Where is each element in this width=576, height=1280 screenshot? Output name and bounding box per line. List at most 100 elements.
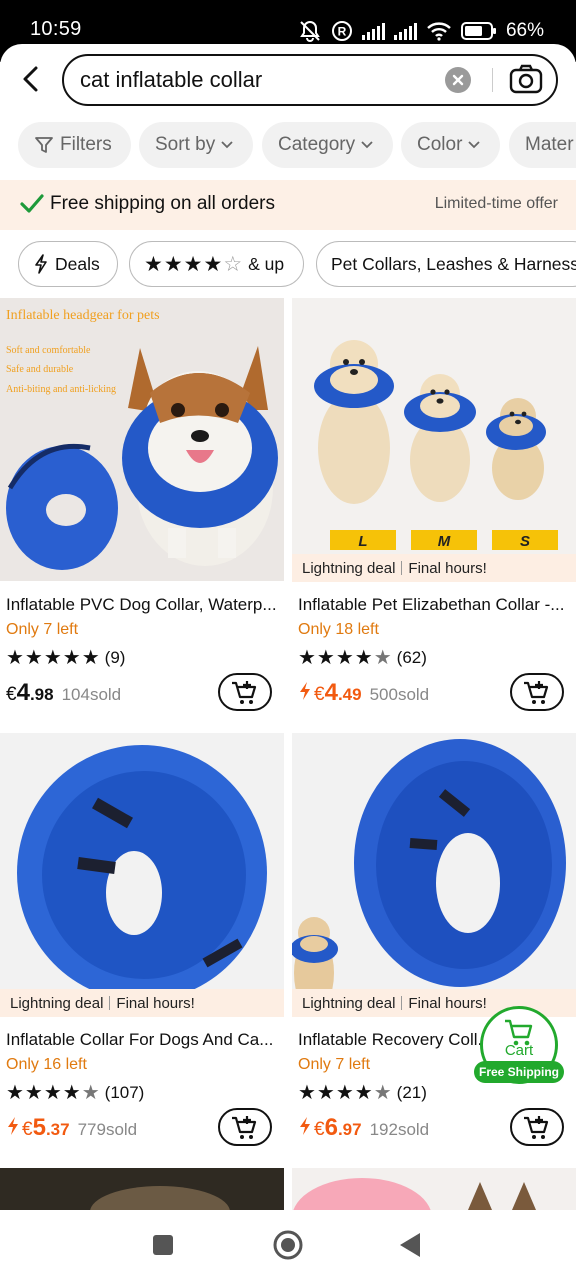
size-label-m: M bbox=[438, 533, 451, 550]
filters-chip[interactable]: Filters bbox=[18, 122, 131, 168]
size-label-l: L bbox=[358, 533, 367, 550]
final-hours-label: Final hours! bbox=[116, 994, 195, 1012]
deals-pill[interactable]: Deals bbox=[18, 241, 118, 287]
funnel-icon bbox=[35, 137, 53, 153]
lightning-deal-label: Lightning deal bbox=[10, 994, 104, 1012]
product-card[interactable]: Lightning deal Final hours! Inflatable R… bbox=[292, 733, 576, 1153]
add-to-cart-button[interactable] bbox=[218, 1108, 272, 1146]
material-label: Mater bbox=[525, 134, 574, 155]
rating-row: ★★★★★ (107) bbox=[6, 1080, 144, 1105]
price-currency: € bbox=[22, 1119, 33, 1140]
product-card[interactable]: Inflatable headgear for pets Soft and co… bbox=[0, 298, 284, 718]
star-rating-icon: ★★★★★ bbox=[6, 647, 101, 669]
final-hours-label: Final hours! bbox=[408, 994, 487, 1012]
review-count: (9) bbox=[104, 647, 126, 667]
image-headline: Inflatable headgear for pets bbox=[6, 308, 160, 323]
lightning-icon bbox=[35, 254, 47, 274]
chevron-down-icon bbox=[221, 141, 233, 149]
checkmark-icon bbox=[20, 194, 44, 213]
product-image-graphic: Inflatable headgear for pets Soft and co… bbox=[0, 298, 284, 581]
sold-count: 779sold bbox=[77, 1120, 138, 1139]
sort-by-chip[interactable]: Sort by bbox=[139, 122, 253, 168]
add-to-cart-button[interactable] bbox=[510, 673, 564, 711]
camera-search-icon[interactable] bbox=[508, 64, 544, 96]
rating-stars-icon: ★★★★☆ bbox=[144, 252, 244, 276]
price: € 4 .98 104sold bbox=[6, 679, 121, 707]
deal-separator bbox=[109, 996, 111, 1010]
product-image[interactable] bbox=[292, 733, 576, 1016]
price-decimal: .37 bbox=[45, 1120, 70, 1139]
product-image[interactable]: Inflatable headgear for pets Soft and co… bbox=[0, 298, 284, 581]
back-icon[interactable] bbox=[398, 1232, 422, 1258]
back-arrow-icon[interactable] bbox=[18, 64, 46, 94]
product-image[interactable] bbox=[292, 1168, 576, 1210]
svg-text:R: R bbox=[338, 25, 347, 39]
category-chip[interactable]: Category bbox=[262, 122, 393, 168]
home-icon[interactable] bbox=[272, 1229, 304, 1261]
price-currency: € bbox=[314, 684, 325, 705]
filters-label: Filters bbox=[60, 134, 112, 155]
chevron-down-icon bbox=[468, 141, 481, 149]
search-header bbox=[0, 44, 576, 116]
image-line2: Safe and durable bbox=[6, 364, 74, 375]
review-count: (21) bbox=[396, 1082, 427, 1102]
add-to-cart-button[interactable] bbox=[218, 673, 272, 711]
price-integer: 4 bbox=[16, 679, 30, 706]
image-line1: Soft and comfortable bbox=[6, 345, 91, 356]
stock-left: Only 16 left bbox=[6, 1056, 87, 1073]
sold-count: 104sold bbox=[61, 685, 122, 704]
filter-bar: Filters Sort by Category Color Mater bbox=[0, 122, 576, 168]
lightning-deal-label: Lightning deal bbox=[302, 559, 396, 577]
free-shipping-badge: Free Shipping bbox=[474, 1061, 564, 1083]
product-title[interactable]: Inflatable Collar For Dogs And Ca... bbox=[6, 1030, 282, 1050]
recents-icon[interactable] bbox=[152, 1234, 174, 1256]
free-shipping-banner[interactable]: Free shipping on all orders Limited-time… bbox=[0, 180, 576, 230]
material-chip[interactable]: Mater bbox=[509, 122, 576, 168]
star-rating-icon: ★★★★★ bbox=[298, 1082, 393, 1104]
battery-icon bbox=[460, 22, 496, 40]
product-card[interactable]: Lightning deal Final hours! Inflatable C… bbox=[0, 733, 284, 1153]
product-card[interactable] bbox=[0, 1168, 284, 1210]
product-image-graphic bbox=[292, 733, 576, 1016]
lightning-icon bbox=[300, 682, 310, 700]
price-integer: 6 bbox=[324, 1114, 338, 1141]
color-label: Color bbox=[417, 134, 463, 155]
deal-separator bbox=[401, 996, 403, 1010]
signal-icon-2 bbox=[393, 22, 417, 40]
category-label: Category bbox=[278, 134, 356, 155]
final-hours-label: Final hours! bbox=[408, 559, 487, 577]
stock-left: Only 7 left bbox=[6, 621, 79, 638]
search-input[interactable] bbox=[80, 66, 430, 94]
rating-row: ★★★★★ (9) bbox=[6, 645, 125, 670]
color-chip[interactable]: Color bbox=[401, 122, 500, 168]
product-title[interactable]: Inflatable Pet Elizabethan Collar -... bbox=[298, 595, 574, 615]
chevron-down-icon bbox=[361, 141, 373, 149]
price-currency: € bbox=[6, 684, 17, 705]
free-shipping-text: Free shipping on all orders bbox=[50, 193, 275, 214]
deals-label: Deals bbox=[55, 253, 100, 274]
product-image[interactable] bbox=[0, 1168, 284, 1210]
price: € 5 .37 779sold bbox=[6, 1114, 137, 1142]
product-card[interactable]: L M S Lightning deal Final hours! Inflat… bbox=[292, 298, 576, 718]
price-decimal: .97 bbox=[337, 1120, 362, 1139]
add-to-cart-button[interactable] bbox=[510, 1108, 564, 1146]
stock-left: Only 7 left bbox=[298, 1056, 371, 1073]
lightning-deal-strip: Lightning deal Final hours! bbox=[0, 989, 284, 1017]
price-currency: € bbox=[314, 1119, 325, 1140]
product-image[interactable]: L M S bbox=[292, 298, 576, 581]
product-card[interactable] bbox=[292, 1168, 576, 1210]
registered-icon: R bbox=[331, 21, 352, 41]
status-time: 10:59 bbox=[30, 18, 82, 40]
product-image[interactable] bbox=[0, 733, 284, 1016]
star-rating-icon: ★★★★★ bbox=[6, 1082, 101, 1104]
search-box[interactable] bbox=[62, 54, 558, 106]
product-title[interactable]: Inflatable PVC Dog Collar, Waterp... bbox=[6, 595, 282, 615]
lightning-icon bbox=[300, 1117, 310, 1135]
category-pill[interactable]: Pet Collars, Leashes & Harness bbox=[316, 241, 576, 287]
clear-search-icon[interactable] bbox=[445, 67, 471, 93]
rating-pill[interactable]: ★★★★☆ & up bbox=[129, 241, 304, 287]
add-cart-icon bbox=[524, 681, 549, 704]
lightning-icon bbox=[8, 1117, 18, 1135]
status-icons: R 66% bbox=[298, 16, 544, 46]
wifi-icon bbox=[427, 22, 451, 41]
